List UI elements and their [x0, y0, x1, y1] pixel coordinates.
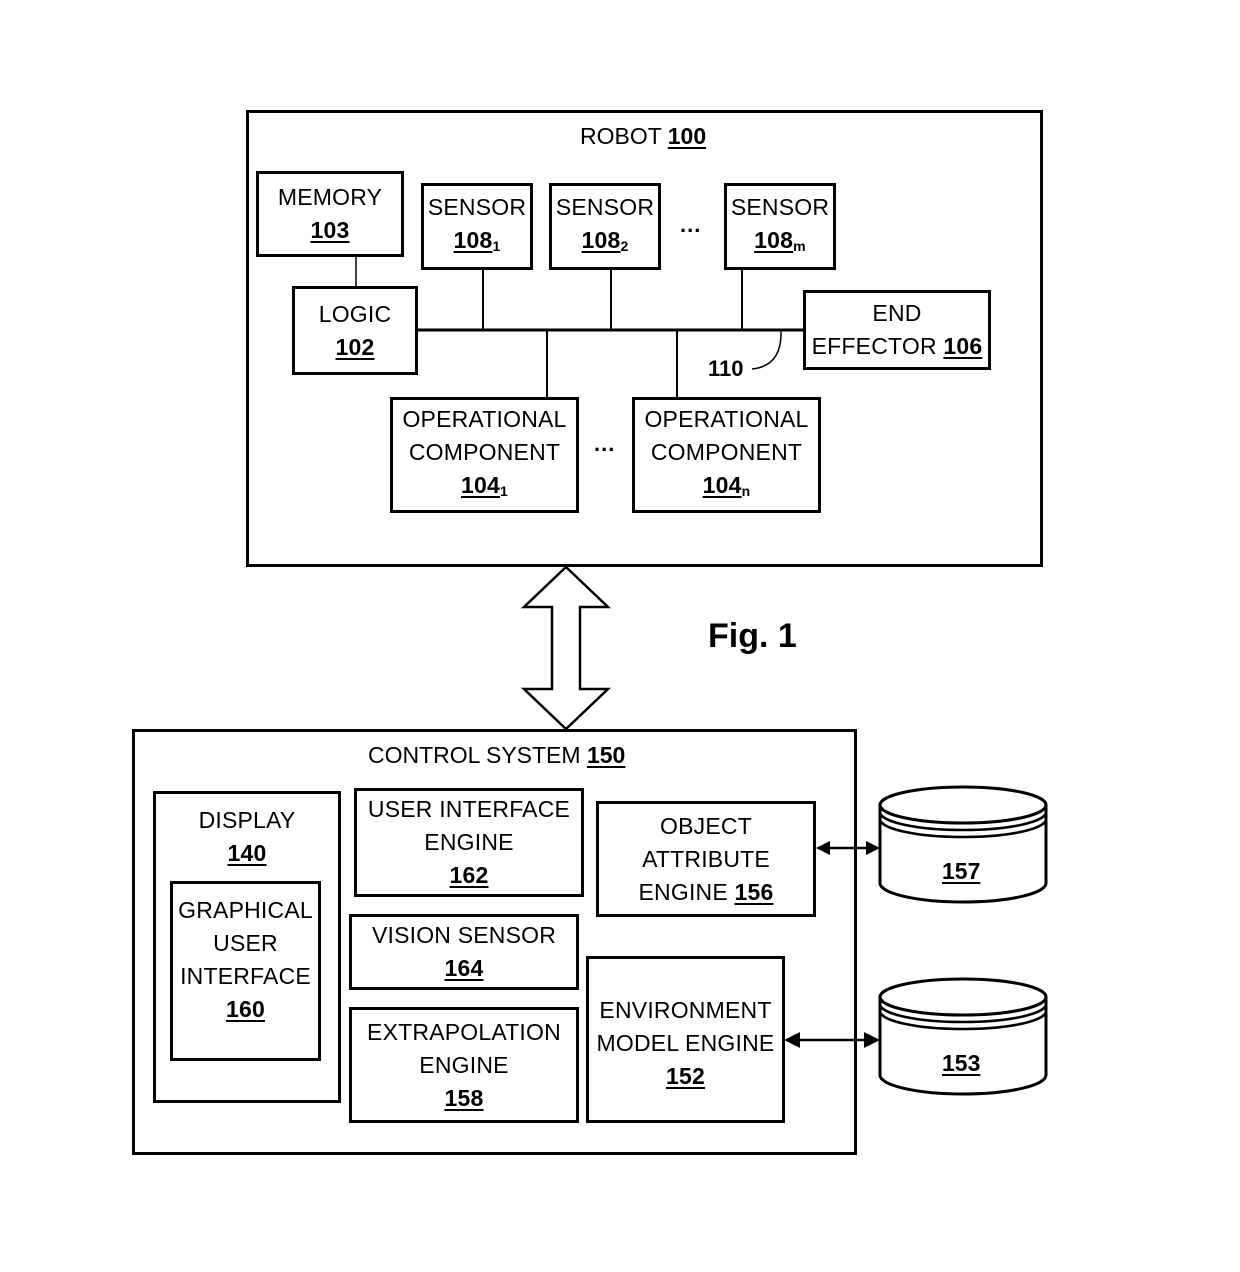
memory-number: 103 [310, 217, 350, 243]
end-effector-box: END EFFECTOR 106 [803, 290, 991, 370]
sensor-ellipsis: ... [680, 212, 702, 237]
gui-box: GRAPHICAL USER INTERFACE 160 [170, 881, 321, 1061]
operational-component-box-1: OPERATIONAL COMPONENT 1041 [390, 397, 579, 513]
object-attribute-label-line3: ENGINE [638, 878, 728, 905]
sensor-label: SENSOR [427, 193, 527, 220]
environment-label-line2: MODEL ENGINE [596, 1030, 775, 1056]
environment-model-engine-box: ENVIRONMENT MODEL ENGINE 152 [586, 956, 785, 1123]
ui-engine-box: USER INTERFACE ENGINE 162 [354, 788, 584, 897]
component-label-line1: OPERATIONAL [402, 405, 567, 432]
database-157-label: 157 [942, 858, 981, 884]
extrapolation-label-line2: ENGINE [419, 1051, 509, 1078]
sensor-box-m: SENSOR 108m [724, 183, 836, 270]
display-number: 140 [227, 840, 267, 866]
vision-sensor-label: VISION SENSOR [371, 922, 557, 948]
sensor-number: 108 [754, 226, 794, 253]
logic-box: LOGIC 102 [292, 286, 418, 375]
control-system-title-label: CONTROL SYSTEM [368, 742, 581, 768]
component-ellipsis: ... [594, 431, 616, 456]
sensor-number: 108 [581, 226, 621, 253]
environment-number: 152 [666, 1063, 705, 1089]
vision-sensor-number: 164 [444, 955, 484, 981]
component-label-line1: OPERATIONAL [644, 405, 809, 432]
sensor-label: SENSOR [730, 193, 830, 220]
component-number: 104 [461, 471, 500, 498]
gui-label-line2: USER [213, 930, 278, 956]
figure-label: Fig. 1 [708, 617, 797, 655]
sensor-subscript: m [793, 237, 806, 254]
object-attribute-label-line2: ATTRIBUTE [642, 845, 770, 872]
component-subscript: 1 [499, 482, 508, 499]
bidirectional-arrow [520, 565, 612, 731]
robot-title: ROBOT 100 [580, 123, 706, 150]
vision-sensor-box: VISION SENSOR 164 [349, 914, 579, 990]
extrapolation-label-line1: EXTRAPOLATION [367, 1018, 561, 1045]
gui-label-line3: INTERFACE [180, 963, 311, 989]
ui-engine-label-line2: ENGINE [424, 829, 514, 855]
logic-label: LOGIC [318, 300, 392, 327]
gui-number: 160 [226, 996, 265, 1022]
object-attribute-label-line1: OBJECT [660, 812, 752, 839]
end-effector-label-line1: END [872, 300, 922, 326]
control-system-title: CONTROL SYSTEM 150 [368, 742, 625, 769]
database-153-label: 153 [942, 1050, 981, 1076]
sensor-subscript: 2 [620, 237, 629, 254]
memory-label: MEMORY [277, 184, 383, 210]
sensor-box-2: SENSOR 1082 [549, 183, 661, 270]
robot-number: 100 [667, 123, 707, 149]
sensor-label: SENSOR [555, 193, 655, 220]
object-attribute-engine-box: OBJECT ATTRIBUTE ENGINE 156 [596, 801, 816, 917]
sensor-subscript: 1 [492, 237, 501, 254]
sensor-number: 108 [453, 226, 493, 253]
component-label-line2: COMPONENT [408, 438, 561, 465]
gui-label-line1: GRAPHICAL [178, 897, 313, 923]
logic-number: 102 [335, 333, 375, 360]
robot-title-label: ROBOT [580, 123, 662, 149]
object-attribute-number: 156 [734, 878, 774, 905]
component-subscript: n [741, 482, 751, 499]
bus-label: 110 [708, 356, 744, 381]
extrapolation-number: 158 [444, 1084, 484, 1111]
end-effector-number: 106 [943, 333, 983, 359]
ui-engine-number: 162 [449, 862, 489, 888]
display-label: DISPLAY [198, 807, 296, 833]
operational-component-box-n: OPERATIONAL COMPONENT 104n [632, 397, 821, 513]
control-system-number: 150 [586, 742, 626, 768]
ui-engine-label-line1: USER INTERFACE [367, 796, 571, 822]
end-effector-label-line2: EFFECTOR [811, 333, 937, 359]
component-label-line2: COMPONENT [650, 438, 803, 465]
component-number: 104 [702, 471, 742, 498]
memory-box: MEMORY 103 [256, 171, 404, 257]
sensor-box-1: SENSOR 1081 [421, 183, 533, 270]
extrapolation-engine-box: EXTRAPOLATION ENGINE 158 [349, 1007, 579, 1123]
environment-label-line1: ENVIRONMENT [599, 997, 772, 1023]
